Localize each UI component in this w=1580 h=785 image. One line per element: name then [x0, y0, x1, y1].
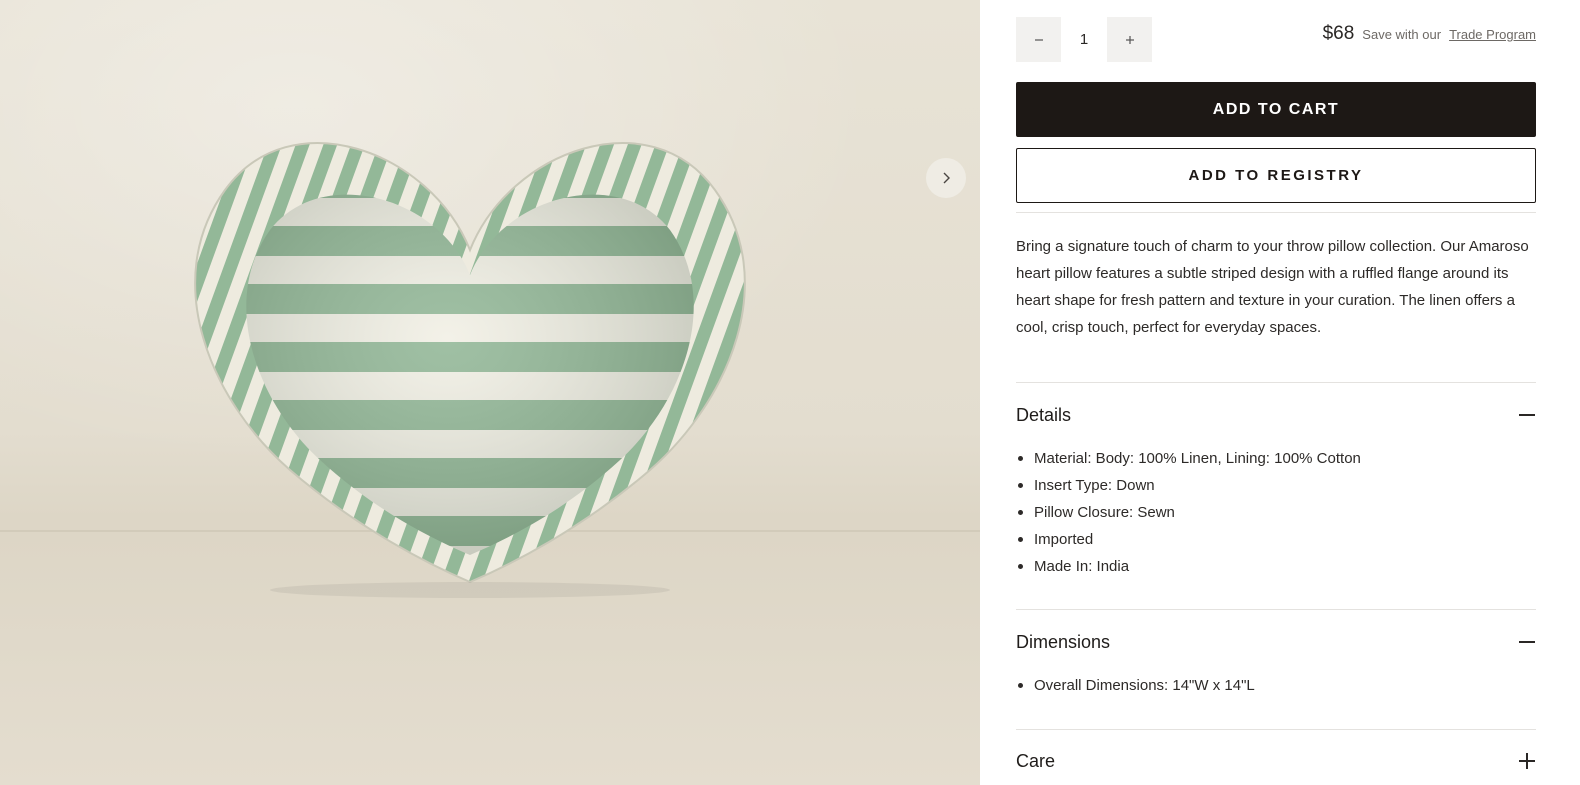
list-item: Overall Dimensions: 14"W x 14"L	[1016, 672, 1536, 699]
divider	[1016, 212, 1536, 213]
list-item: Insert Type: Down	[1016, 472, 1536, 499]
price: $68	[1322, 23, 1355, 44]
details-title: Details	[1016, 404, 1072, 425]
quantity-price-row: 1 $68 Save with our Trade Program	[1016, 17, 1536, 62]
dimensions-accordion-header[interactable]: Dimensions	[1016, 627, 1536, 657]
divider	[1016, 609, 1536, 610]
dimensions-title: Dimensions	[1016, 631, 1111, 652]
collapse-icon	[1518, 406, 1536, 424]
care-accordion-header[interactable]: Care	[1016, 746, 1536, 776]
trade-program-link[interactable]: Trade Program	[1449, 27, 1536, 42]
trade-program-text: Save with our	[1362, 27, 1442, 42]
list-item: Made In: India	[1016, 553, 1536, 580]
increase-quantity-button[interactable]	[1107, 17, 1152, 62]
minus-icon	[1034, 38, 1043, 41]
divider	[1016, 729, 1536, 730]
product-page: 1 $68 Save with our Trade Program ADD TO…	[0, 0, 1580, 785]
plus-icon	[1125, 35, 1134, 44]
list-item: Material: Body: 100% Linen, Lining: 100%…	[1016, 445, 1536, 472]
heart-pillow-image	[194, 142, 746, 598]
list-item: Pillow Closure: Sewn	[1016, 499, 1536, 526]
details-accordion-header[interactable]: Details	[1016, 400, 1536, 430]
product-description: Bring a signature touch of charm to your…	[1016, 238, 1529, 336]
add-to-cart-button[interactable]: ADD TO CART	[1016, 82, 1536, 137]
next-image-button[interactable]	[926, 158, 966, 198]
expand-icon	[1518, 752, 1536, 770]
chevron-right-icon	[943, 172, 950, 184]
dimensions-list: Overall Dimensions: 14"W x 14"L	[1016, 672, 1536, 699]
add-to-registry-button[interactable]: ADD TO REGISTRY	[1016, 148, 1536, 203]
divider	[1016, 382, 1536, 383]
price-block: $68 Save with our Trade Program	[1323, 23, 1536, 47]
product-details-panel: 1 $68 Save with our Trade Program ADD TO…	[1016, 0, 1536, 785]
details-list: Material: Body: 100% Linen, Lining: 100%…	[1016, 445, 1536, 580]
product-image[interactable]	[0, 0, 980, 785]
decrease-quantity-button[interactable]	[1016, 17, 1061, 62]
list-item: Imported	[1016, 526, 1536, 553]
quantity-value[interactable]: 1	[1068, 17, 1100, 62]
care-title: Care	[1016, 750, 1056, 771]
collapse-icon	[1518, 633, 1536, 651]
